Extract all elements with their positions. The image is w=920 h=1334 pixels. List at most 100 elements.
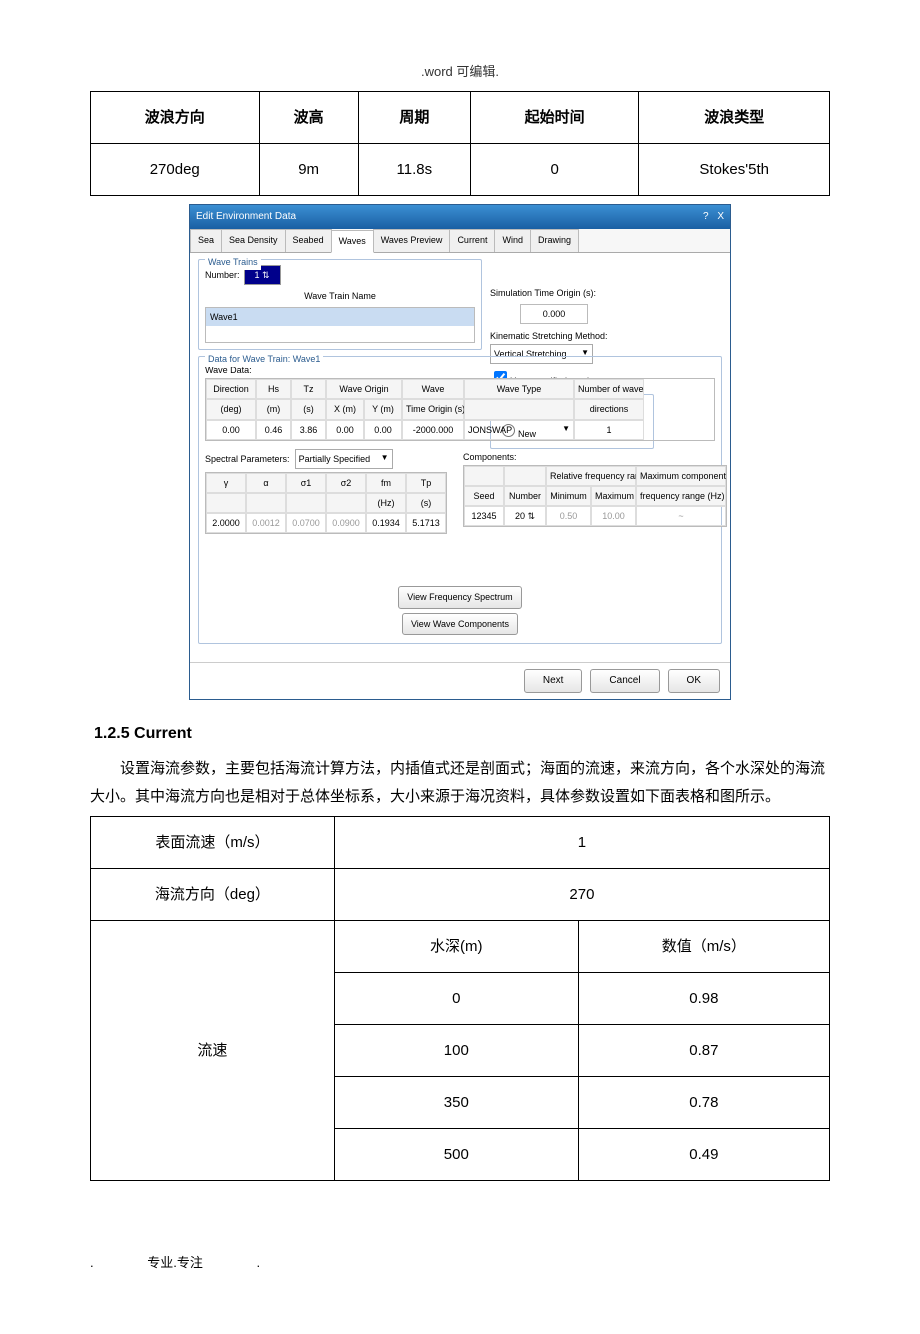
col-header: Number [504,486,546,506]
cell[interactable]: 0.00 [206,420,256,440]
cell: 海流方向（deg） [91,868,335,920]
col-header: Minimum [546,486,591,506]
cell[interactable]: 3.86 [291,420,326,440]
table-row: 波浪方向 波高 周期 起始时间 波浪类型 [91,92,830,144]
cell: 0.0700 [286,513,326,533]
cell[interactable]: 0.1934 [366,513,406,533]
wave-parameters-table: 波浪方向 波高 周期 起始时间 波浪类型 270deg 9m 11.8s 0 S… [90,91,830,196]
kinematic-label: Kinematic Stretching Method: [490,328,710,344]
cell: 0.0012 [246,513,286,533]
col-header [286,493,326,513]
col-header: (s) [406,493,446,513]
list-item[interactable]: Wave1 [206,308,474,326]
col-header: σ2 [326,473,366,493]
col-header: fm [366,473,406,493]
col-header [206,493,246,513]
col-header: (m) [256,399,291,419]
col-header: Direction [206,379,256,399]
cell[interactable]: 5.1713 [406,513,446,533]
tab-sea[interactable]: Sea [190,229,222,251]
cell[interactable]: 0.00 [364,420,402,440]
col-header: Maximum [591,486,636,506]
ok-button[interactable]: OK [668,669,720,693]
col-header: Hs [256,379,291,399]
col-header: X (m) [326,399,364,419]
components-grid: Relative frequency range Maximum compone… [463,465,727,528]
col-header [464,466,504,486]
col-header [504,466,546,486]
wave-train-list[interactable]: Wave1 [205,307,475,343]
cell: 1 [334,816,829,868]
cell: 500 [334,1128,578,1180]
cell: ~ [636,506,726,526]
footer-text: 专业.专注 [147,1255,203,1270]
cell: 270 [334,868,829,920]
spectral-params-label: Spectral Parameters: [205,451,290,467]
cell: 表面流速（m/s） [91,816,335,868]
cell[interactable]: 12345 [464,506,504,526]
col-header: 波浪类型 [639,92,830,144]
tab-seabed[interactable]: Seabed [285,229,332,251]
view-frequency-spectrum-button[interactable]: View Frequency Spectrum [398,586,521,608]
edit-environment-dialog: Edit Environment Data ? X Sea Sea Densit… [189,204,731,699]
col-header: 水深(m) [334,920,578,972]
spectral-grid: γ α σ1 σ2 fm Tp (Hz) (s) 2.0000 0.0012 0… [205,472,447,535]
wave-type-dropdown[interactable]: JONSWAP▼ [464,420,574,440]
cell[interactable]: 0.46 [256,420,291,440]
cell: 0.87 [578,1024,829,1076]
spectral-params-dropdown[interactable]: Partially Specified▼ [295,449,393,469]
col-header: Relative frequency range [546,466,636,486]
col-header: 起始时间 [470,92,639,144]
table-row: 流速水深(m)数值（m/s） [91,920,830,972]
footer-text: . [90,1255,94,1270]
dialog-title: Edit Environment Data [196,208,296,226]
col-header: 波高 [259,92,358,144]
tab-waves[interactable]: Waves [331,230,374,252]
cancel-button[interactable]: Cancel [590,669,659,693]
cell: 350 [334,1076,578,1128]
cell: 10.00 [591,506,636,526]
wave-trains-legend: Wave Trains [205,254,261,270]
chevron-down-icon: ▼ [381,451,389,467]
tab-drawing[interactable]: Drawing [530,229,579,251]
cell: 9m [259,144,358,196]
cell[interactable]: 2.0000 [206,513,246,533]
col-header: Number of wave [574,379,644,399]
col-header: 周期 [358,92,470,144]
table-row: 海流方向（deg）270 [91,868,830,920]
footer-text: . [257,1255,261,1270]
cell[interactable]: -2000.000 [402,420,464,440]
cell: 100 [334,1024,578,1076]
dialog-tabs: Sea Sea Density Seabed Waves Waves Previ… [190,229,730,252]
col-header: Seed [464,486,504,506]
sim-origin-value[interactable]: 0.000 [520,304,588,324]
help-icon[interactable]: ? [703,211,709,222]
cell: 0 [470,144,639,196]
tab-waves-preview[interactable]: Waves Preview [373,229,451,251]
dialog-titlebar: Edit Environment Data ? X [190,205,730,229]
cell: 11.8s [358,144,470,196]
cell: 0.98 [578,972,829,1024]
cell: Stokes'5th [639,144,830,196]
cell: 0.50 [546,506,591,526]
current-parameters-table: 表面流速（m/s）1 海流方向（deg）270 流速水深(m)数值（m/s） 0… [90,816,830,1181]
close-icon[interactable]: X [717,211,724,222]
tab-sea-density[interactable]: Sea Density [221,229,286,251]
col-header: (Hz) [366,493,406,513]
table-row: 270deg 9m 11.8s 0 Stokes'5th [91,144,830,196]
cell[interactable]: 1 [574,420,644,440]
cell: 0 [334,972,578,1024]
view-wave-components-button[interactable]: View Wave Components [402,613,518,635]
cell[interactable]: 0.00 [326,420,364,440]
page-footer: . 专业.专注 . [90,1251,830,1274]
tab-wind[interactable]: Wind [494,229,531,251]
number-stepper[interactable]: 20 ⇅ [504,506,546,526]
next-button[interactable]: Next [524,669,583,693]
tab-current[interactable]: Current [449,229,495,251]
col-header: Y (m) [364,399,402,419]
col-header: directions [574,399,644,419]
body-paragraph: 设置海流参数，主要包括海流计算方法，内插值式还是剖面式；海面的流速，来流方向，各… [90,755,830,812]
col-header: frequency range (Hz) [636,486,726,506]
sim-origin-label: Simulation Time Origin (s): [490,285,596,301]
col-header [246,493,286,513]
